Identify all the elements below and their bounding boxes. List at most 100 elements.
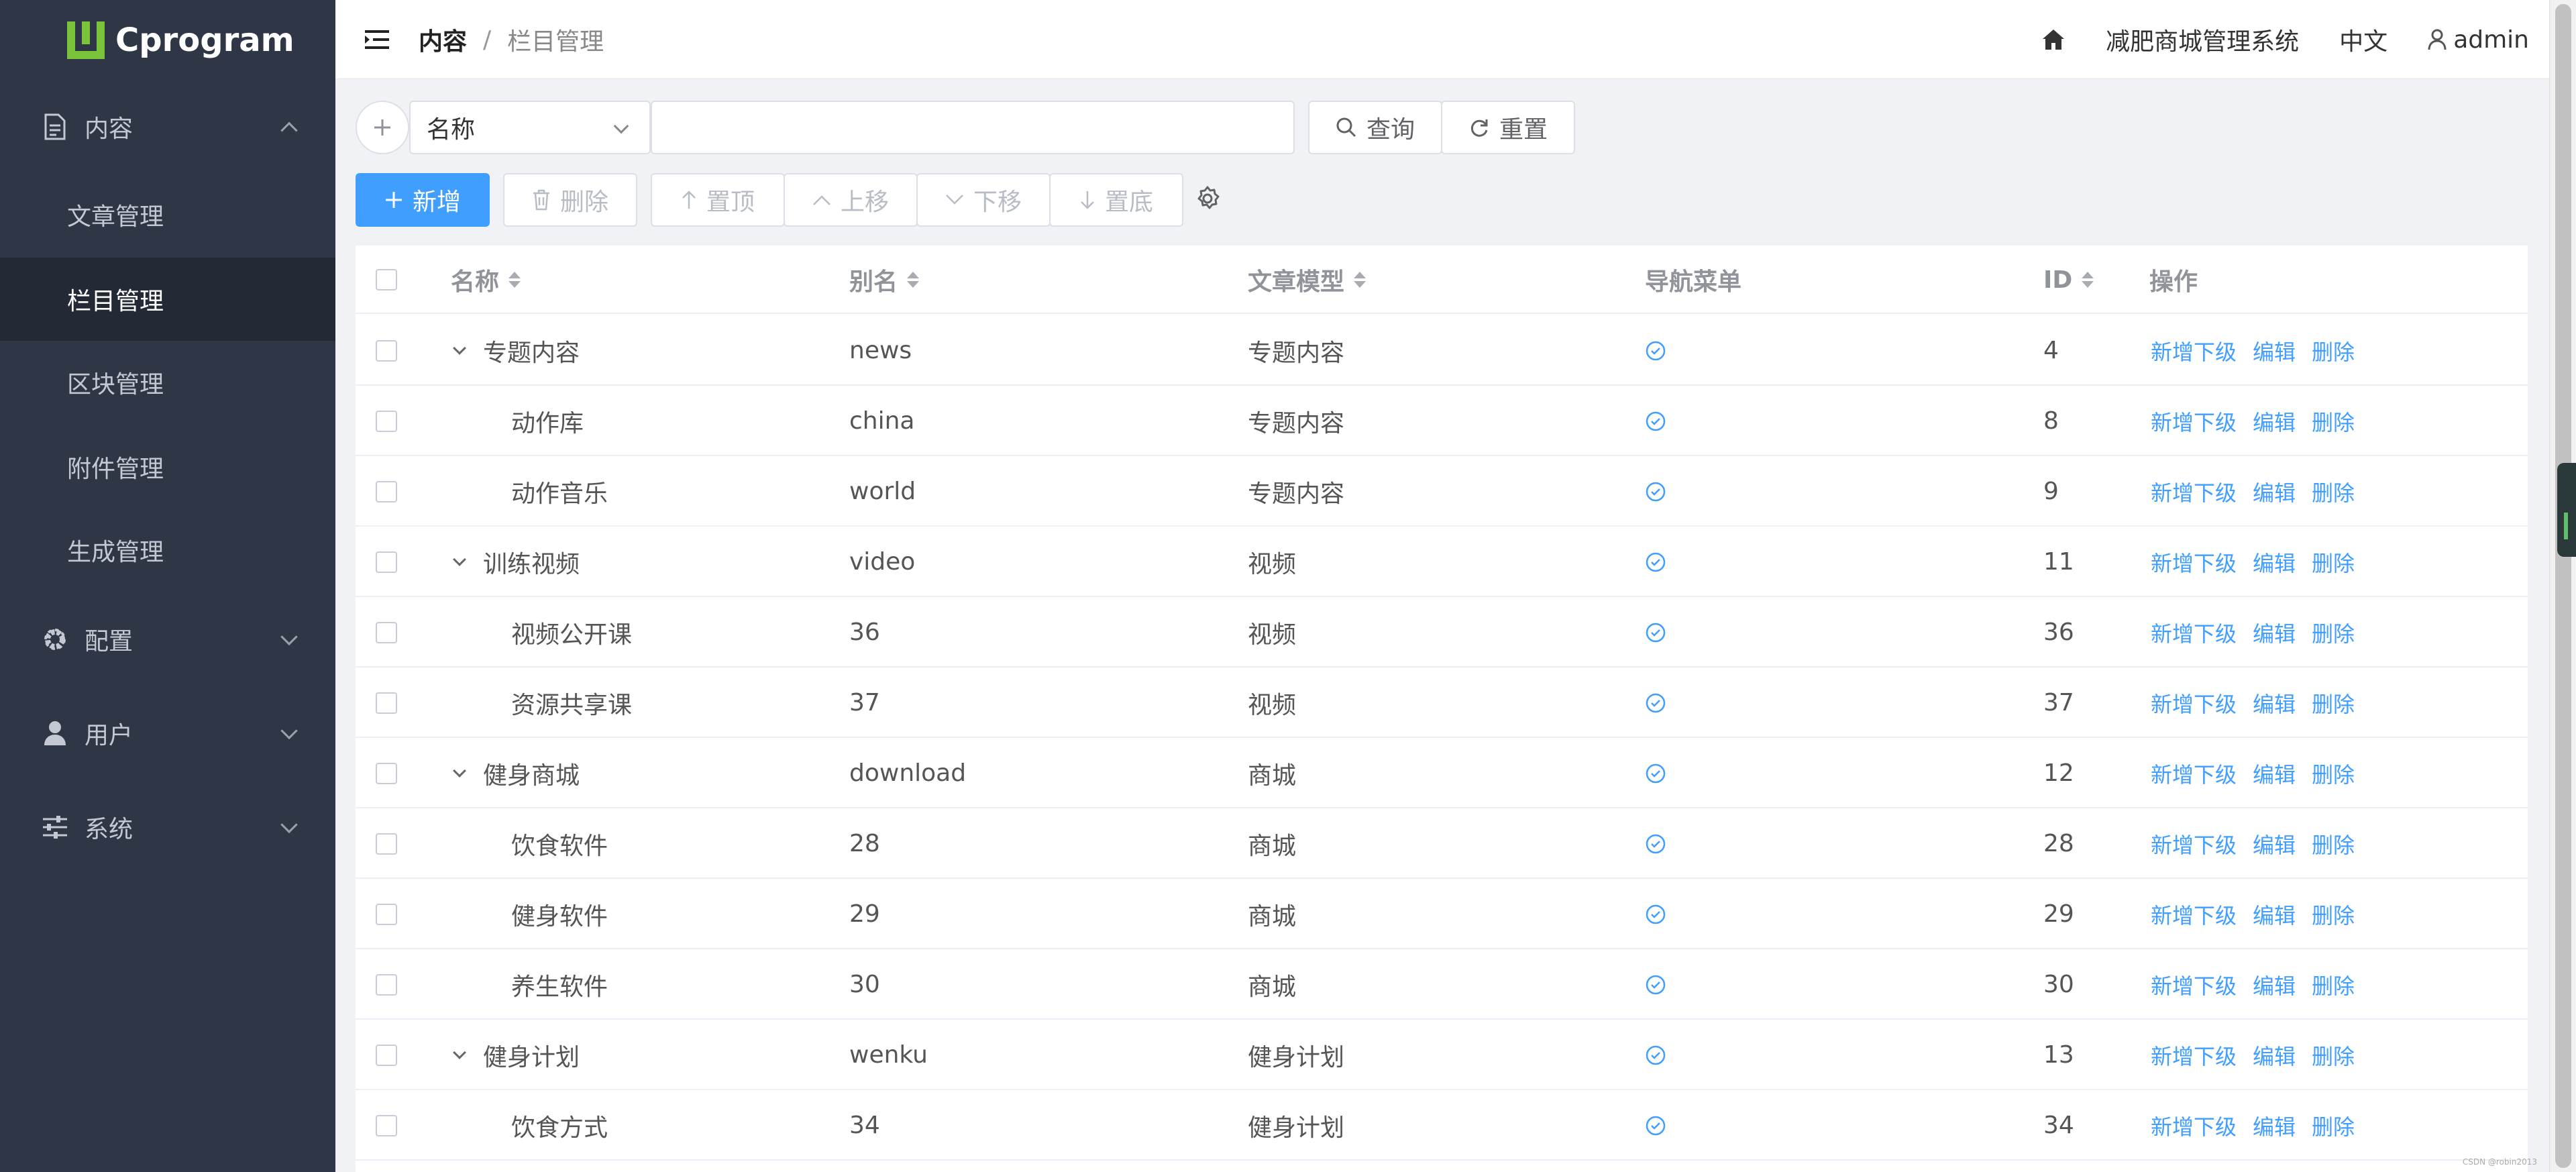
add-child-link[interactable]: 新增下级 — [2151, 1040, 2237, 1071]
move-bottom-button[interactable]: 置底 — [1049, 173, 1183, 227]
sidebar-item-attachments[interactable]: 附件管理 — [0, 425, 335, 509]
add-filter-button[interactable] — [356, 101, 409, 154]
delete-link[interactable]: 删除 — [2312, 1040, 2355, 1071]
column-header-model[interactable]: 文章模型 — [1248, 246, 1366, 314]
add-child-link[interactable]: 新增下级 — [2151, 969, 2237, 1000]
edit-link[interactable]: 编辑 — [2253, 476, 2296, 507]
sidebar-item-blocks[interactable]: 区块管理 — [0, 341, 335, 424]
delete-link[interactable]: 删除 — [2312, 969, 2355, 1000]
query-button[interactable]: 查询 — [1308, 101, 1442, 154]
row-checkbox[interactable] — [376, 480, 397, 502]
edit-link[interactable]: 编辑 — [2253, 547, 2296, 578]
add-child-link[interactable]: 新增下级 — [2151, 829, 2237, 859]
add-child-link[interactable]: 新增下级 — [2151, 406, 2237, 437]
row-checkbox[interactable] — [376, 762, 397, 784]
expand-chevron-icon[interactable] — [451, 552, 468, 571]
search-field-select[interactable]: 名称 — [409, 101, 651, 154]
chevron-down-icon — [280, 628, 298, 646]
app-logo[interactable]: Cprogram — [67, 20, 294, 60]
add-child-link[interactable]: 新增下级 — [2151, 335, 2237, 366]
select-all-checkbox[interactable] — [376, 269, 397, 290]
edit-link[interactable]: 编辑 — [2253, 899, 2296, 930]
edit-link[interactable]: 编辑 — [2253, 688, 2296, 718]
add-button[interactable]: 新增 — [356, 173, 490, 227]
delete-link[interactable]: 删除 — [2312, 617, 2355, 648]
model-cell: 商城 — [1248, 902, 1297, 930]
delete-link[interactable]: 删除 — [2312, 547, 2355, 578]
edit-link[interactable]: 编辑 — [2253, 829, 2296, 859]
row-checkbox[interactable] — [376, 339, 397, 362]
edit-link[interactable]: 编辑 — [2253, 969, 2296, 1000]
delete-link[interactable]: 删除 — [2312, 758, 2355, 789]
expand-chevron-icon[interactable] — [451, 763, 468, 782]
scrollbar-thumb[interactable] — [2555, 4, 2571, 1168]
table-row: 饮食方式 34 健身计划 34 新增下级 编辑 删除 — [356, 1090, 2528, 1161]
add-child-link[interactable]: 新增下级 — [2151, 899, 2237, 930]
sort-icon[interactable] — [2082, 272, 2094, 288]
menu-group-content[interactable]: 内容 — [0, 90, 335, 164]
sort-icon[interactable] — [907, 272, 920, 288]
column-header-id[interactable]: ID — [2043, 246, 2094, 314]
move-top-button[interactable]: 置顶 — [651, 173, 785, 227]
move-down-button[interactable]: 下移 — [916, 173, 1051, 227]
expand-chevron-icon[interactable] — [451, 1045, 468, 1064]
row-checkbox[interactable] — [376, 833, 397, 855]
edit-link[interactable]: 编辑 — [2253, 617, 2296, 648]
sidebar-item-articles[interactable]: 文章管理 — [0, 173, 335, 256]
model-cell: 视频 — [1248, 550, 1297, 578]
add-child-link[interactable]: 新增下级 — [2151, 1110, 2237, 1141]
user-outline-icon — [2428, 29, 2447, 50]
breadcrumb-item-content[interactable]: 内容 — [419, 22, 467, 57]
page-scrollbar[interactable] — [2549, 0, 2576, 1172]
menu-fold-icon[interactable] — [365, 30, 389, 50]
column-header-alias[interactable]: 别名 — [849, 246, 920, 314]
row-checkbox[interactable] — [376, 692, 397, 714]
delete-link[interactable]: 删除 — [2312, 688, 2355, 718]
add-child-link[interactable]: 新增下级 — [2151, 688, 2237, 718]
sort-icon[interactable] — [1354, 272, 1366, 288]
delete-link[interactable]: 删除 — [2312, 899, 2355, 930]
delete-link[interactable]: 删除 — [2312, 829, 2355, 859]
side-widget-tab[interactable] — [2557, 463, 2576, 557]
delete-link[interactable]: 删除 — [2312, 406, 2355, 437]
add-child-link[interactable]: 新增下级 — [2151, 758, 2237, 789]
row-checkbox[interactable] — [376, 621, 397, 643]
delete-link[interactable]: 删除 — [2312, 476, 2355, 507]
reset-button[interactable]: 重置 — [1441, 101, 1575, 154]
column-header-actions: 操作 — [2149, 246, 2198, 314]
edit-link[interactable]: 编辑 — [2253, 406, 2296, 437]
column-settings-icon[interactable] — [1194, 185, 1224, 215]
sidebar-item-columns[interactable]: 栏目管理 — [0, 258, 335, 341]
expand-chevron-icon[interactable] — [451, 341, 468, 360]
row-checkbox[interactable] — [376, 410, 397, 432]
menu-group-users[interactable]: 用户 — [0, 696, 335, 770]
home-icon[interactable] — [2041, 28, 2065, 51]
row-checkbox[interactable] — [376, 973, 397, 996]
nav-cell — [1645, 597, 1666, 668]
sidebar-item-generate[interactable]: 生成管理 — [0, 509, 335, 592]
edit-link[interactable]: 编辑 — [2253, 758, 2296, 789]
row-checkbox[interactable] — [376, 551, 397, 573]
menu-group-config[interactable]: 配置 — [0, 602, 335, 676]
menu-group-system[interactable]: 系统 — [0, 790, 335, 864]
edit-link[interactable]: 编辑 — [2253, 1040, 2296, 1071]
search-input[interactable] — [651, 101, 1295, 154]
delete-link[interactable]: 删除 — [2312, 1110, 2355, 1141]
column-header-name[interactable]: 名称 — [451, 246, 521, 314]
language-switch[interactable]: 中文 — [2339, 22, 2387, 57]
row-checkbox[interactable] — [376, 903, 397, 925]
add-child-link[interactable]: 新增下级 — [2151, 476, 2237, 507]
table-row: 健身软件 29 商城 29 新增下级 编辑 删除 — [356, 879, 2528, 949]
delete-button[interactable]: 删除 — [503, 173, 637, 227]
add-child-link[interactable]: 新增下级 — [2151, 547, 2237, 578]
add-child-link[interactable]: 新增下级 — [2151, 617, 2237, 648]
sort-icon[interactable] — [508, 272, 521, 288]
row-checkbox[interactable] — [376, 1044, 397, 1066]
check-circle-icon — [1646, 482, 1666, 501]
user-menu[interactable]: admin — [2428, 26, 2529, 54]
delete-link[interactable]: 删除 — [2312, 335, 2355, 366]
edit-link[interactable]: 编辑 — [2253, 1110, 2296, 1141]
row-checkbox[interactable] — [376, 1114, 397, 1136]
edit-link[interactable]: 编辑 — [2253, 335, 2296, 366]
move-up-button[interactable]: 上移 — [784, 173, 918, 227]
